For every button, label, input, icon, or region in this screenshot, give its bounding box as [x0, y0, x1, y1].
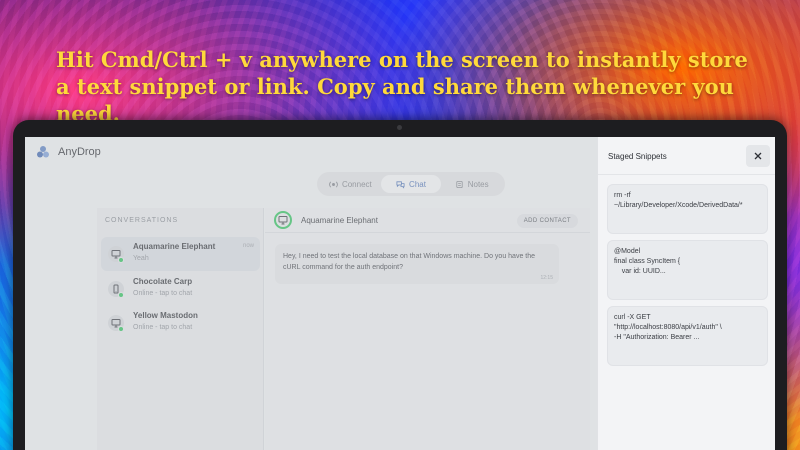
divider: [598, 174, 775, 175]
close-icon: [754, 152, 762, 160]
staged-snippets-title: Staged Snippets: [608, 152, 667, 161]
camera-notch: [397, 125, 402, 130]
snippet-text: rm -rf ~/Library/Developer/Xcode/Derived…: [614, 192, 743, 209]
promo-headline: Hit Cmd/Ctrl + v anywhere on the screen …: [56, 47, 748, 126]
laptop-frame: AnyDrop Connect Chat Notes CONVERSATIONS: [13, 120, 787, 450]
laptop-screen: AnyDrop Connect Chat Notes CONVERSATIONS: [25, 137, 775, 450]
snippet-text: curl -X GET "http://localhost:8080/api/v…: [614, 314, 722, 341]
snippet-card[interactable]: @Model final class SyncItem { var id: UU…: [607, 240, 768, 300]
staged-snippets-panel: Staged Snippets rm -rf ~/Library/Develop…: [597, 137, 775, 450]
snippet-card[interactable]: rm -rf ~/Library/Developer/Xcode/Derived…: [607, 184, 768, 234]
snippet-card[interactable]: curl -X GET "http://localhost:8080/api/v…: [607, 306, 768, 366]
snippet-text: @Model final class SyncItem { var id: UU…: [614, 248, 681, 275]
close-button[interactable]: [746, 145, 770, 167]
